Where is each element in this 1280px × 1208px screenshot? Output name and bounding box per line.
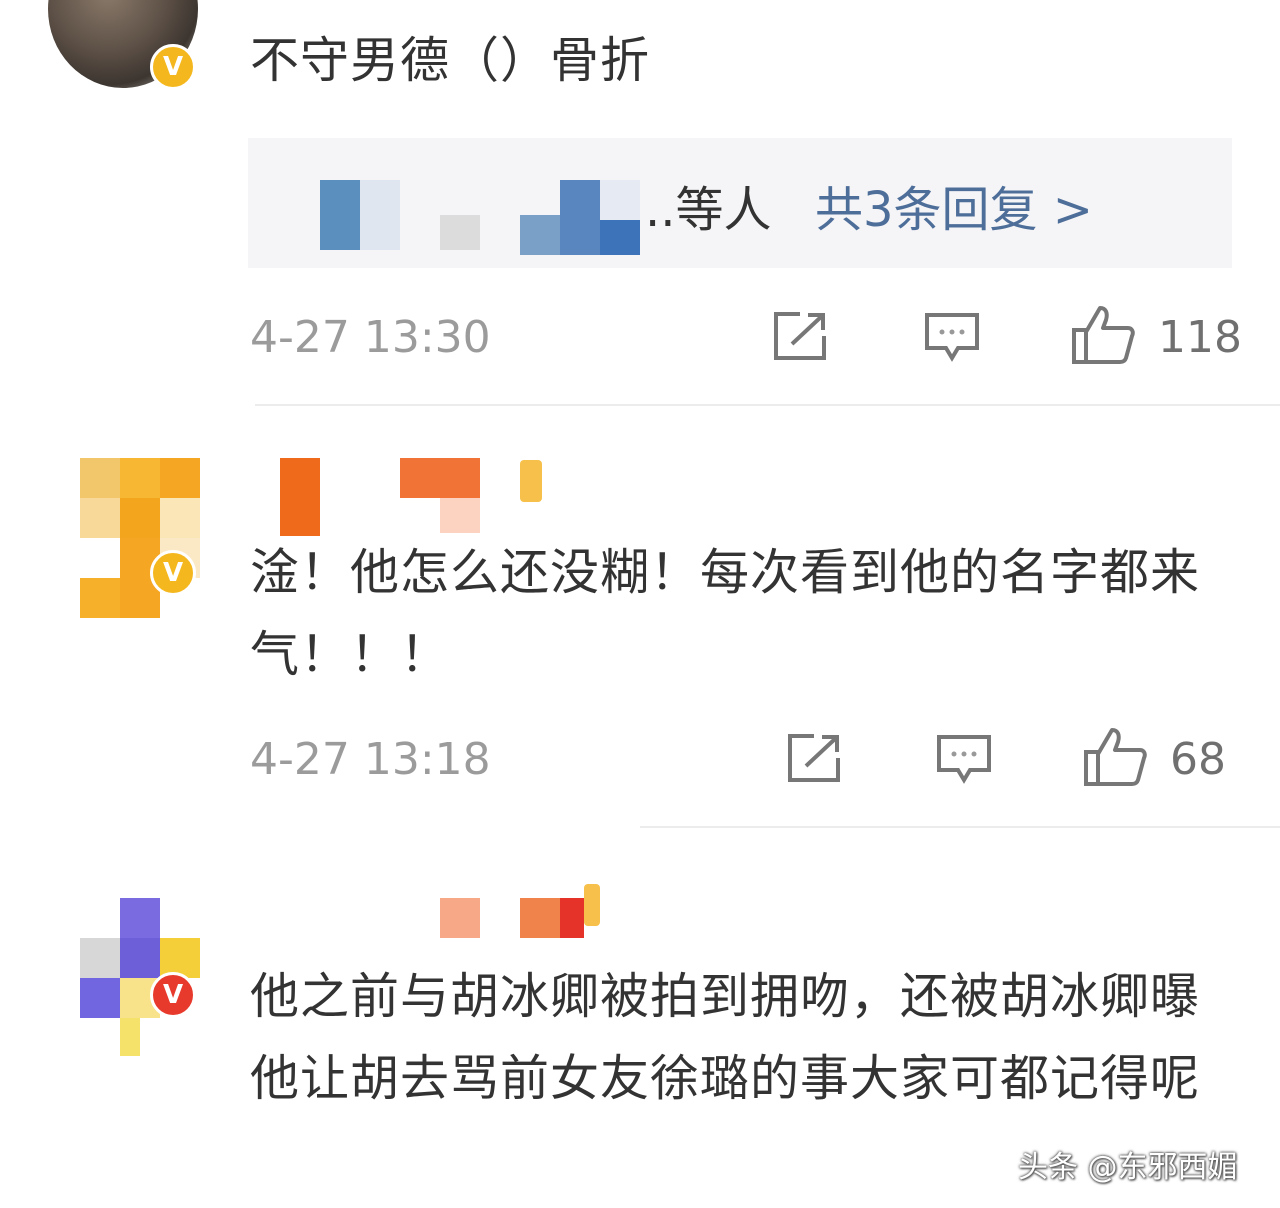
like-count: 118: [1158, 312, 1242, 363]
blurred-username: [520, 215, 560, 255]
verified-badge-icon: V: [150, 44, 196, 90]
blurred-username: [320, 180, 360, 250]
blurred-username: [440, 215, 480, 250]
thumbs-up-icon[interactable]: [1082, 726, 1148, 788]
blurred-username: [520, 898, 560, 938]
blurred-username: [560, 180, 600, 255]
level-badge-icon: [584, 884, 600, 926]
blurred-username: [600, 180, 640, 220]
comment-timestamp: 4-27 13:30: [250, 312, 491, 363]
blurred-username: [560, 898, 584, 938]
reply-users-text: ..等人: [645, 182, 772, 238]
view-replies-link[interactable]: 共3条回复 >: [815, 170, 1093, 240]
level-badge-icon: [520, 460, 542, 502]
comment-text: 淦！他怎么还没糊！每次看到他的名字都来气！！！: [250, 544, 1201, 683]
comment-divider: [255, 404, 1280, 406]
comment-divider: [640, 826, 1280, 828]
blurred-username: [360, 180, 400, 250]
like-count: 68: [1170, 734, 1226, 785]
blurred-username: [440, 898, 480, 938]
comment-text: 不守男德（）骨折: [250, 32, 651, 89]
thumbs-up-icon[interactable]: [1070, 304, 1136, 366]
share-icon[interactable]: [786, 732, 842, 784]
blurred-username: [400, 458, 480, 498]
comment-text: 他之前与胡冰卿被拍到拥吻，还被胡冰卿曝他让胡去骂前女友徐璐的事大家可都记得呢: [250, 968, 1201, 1107]
watermark-text: 头条 @东邪西媚: [1018, 1150, 1238, 1185]
comment-icon[interactable]: [936, 734, 992, 784]
verified-badge-icon: V: [150, 550, 196, 596]
comment-timestamp: 4-27 13:18: [250, 734, 491, 785]
blurred-username: [440, 498, 480, 533]
verified-badge-icon: V: [150, 972, 196, 1018]
blurred-username: [600, 220, 640, 255]
share-icon[interactable]: [772, 310, 828, 362]
blurred-username: [280, 458, 320, 536]
comment-icon[interactable]: [924, 312, 980, 362]
